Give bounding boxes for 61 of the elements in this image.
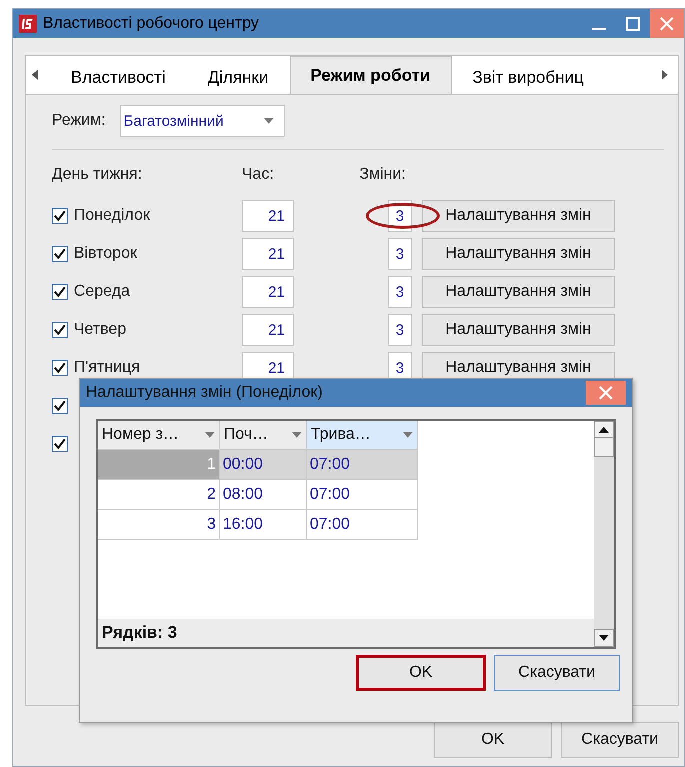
day-label: П'ятниця xyxy=(74,359,140,377)
column-header[interactable]: Трива… xyxy=(307,421,418,450)
checkbox[interactable] xyxy=(52,322,68,338)
scrollbar-thumb[interactable] xyxy=(594,437,614,457)
checkbox[interactable] xyxy=(52,360,68,376)
tab[interactable]: Режим роботи xyxy=(290,56,452,94)
mode-dropdown[interactable]: Багатозмінний xyxy=(120,105,285,137)
row-count: Рядків: 3 xyxy=(98,619,594,647)
table-cell: 07:00 xyxy=(307,480,418,510)
dialog-title: Налаштування змін (Понеділок) xyxy=(86,384,324,402)
scroll-down-icon[interactable] xyxy=(599,635,609,641)
shift-settings-button[interactable]: Налаштування змін xyxy=(422,276,615,308)
table-cell: 07:00 xyxy=(307,510,418,540)
checkbox[interactable] xyxy=(52,246,68,262)
table-cell: 3 xyxy=(98,510,220,540)
table-cell: 08:00 xyxy=(220,480,307,510)
dropdown-arrow-icon xyxy=(403,432,413,438)
app-logo-icon xyxy=(19,14,37,32)
scroll-right-icon[interactable] xyxy=(660,70,668,80)
shift-settings-button[interactable]: Налаштування змін xyxy=(422,314,615,346)
hours-field[interactable]: 21 xyxy=(242,314,294,346)
shift-settings-button[interactable]: Налаштування змін xyxy=(422,200,615,232)
table-cell: 2 xyxy=(98,480,220,510)
column-label: Час: xyxy=(242,166,274,184)
shifts-field[interactable]: 3 xyxy=(388,238,412,270)
scroll-up-icon[interactable] xyxy=(599,427,609,433)
checkbox[interactable] xyxy=(52,436,68,452)
cancel-button[interactable]: Скасувати xyxy=(561,722,679,758)
close-icon[interactable] xyxy=(586,381,626,405)
table-cell: 07:00 xyxy=(307,450,418,480)
day-label: Середа xyxy=(74,283,130,301)
window-title: Властивості робочого центру xyxy=(43,14,260,32)
scrollbar[interactable] xyxy=(594,421,614,647)
hours-field[interactable]: 21 xyxy=(242,200,294,232)
checkbox[interactable] xyxy=(52,398,68,414)
shifts-field[interactable]: 3 xyxy=(388,314,412,346)
shifts-field[interactable]: 3 xyxy=(388,276,412,308)
cancel-button[interactable]: Скасувати xyxy=(494,655,620,691)
ok-button[interactable]: OK xyxy=(356,655,486,691)
scroll-left-icon[interactable] xyxy=(32,70,40,80)
dropdown-arrow-icon xyxy=(292,432,302,438)
table-cell: 00:00 xyxy=(220,450,307,480)
dropdown-arrow-icon xyxy=(205,432,215,438)
shift-settings-button[interactable]: Налаштування змін xyxy=(422,238,615,270)
day-label: Четвер xyxy=(74,321,126,339)
column-label: Зміни: xyxy=(360,166,406,184)
checkbox[interactable] xyxy=(52,208,68,224)
dropdown-arrow-icon xyxy=(264,118,274,124)
column-header[interactable]: Номер з… xyxy=(98,421,220,450)
day-label: Понеділок xyxy=(74,207,150,225)
hours-field[interactable]: 21 xyxy=(242,276,294,308)
column-label: День тижня: xyxy=(52,166,142,184)
table-cell: 1 xyxy=(98,450,220,480)
mode-label: Режим: xyxy=(52,112,106,130)
ok-button[interactable]: OK xyxy=(434,722,552,758)
day-label: Вівторок xyxy=(74,245,138,263)
table-cell: 16:00 xyxy=(220,510,307,540)
close-icon[interactable] xyxy=(650,9,684,38)
column-header[interactable]: Поч… xyxy=(220,421,307,450)
checkbox[interactable] xyxy=(52,284,68,300)
hours-field[interactable]: 21 xyxy=(242,238,294,270)
